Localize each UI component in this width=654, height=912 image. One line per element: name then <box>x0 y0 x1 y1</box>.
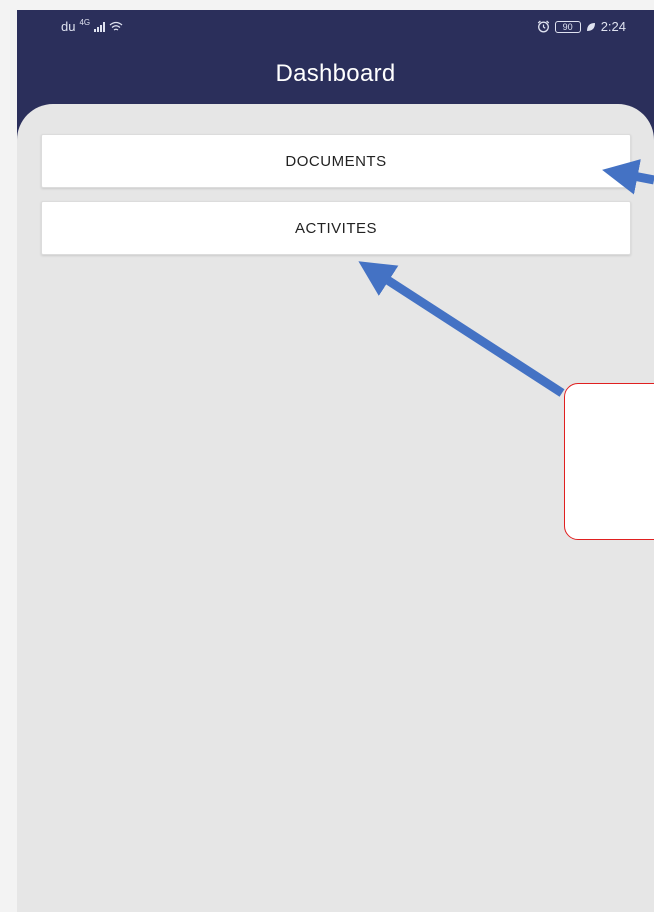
documents-button[interactable]: DOCUMENTS <box>41 134 631 188</box>
battery-icon: 90 <box>554 20 581 33</box>
network-label: 4G <box>79 18 91 27</box>
activites-button[interactable]: ACTIVITES <box>41 201 631 255</box>
phone-screen: du 4G 90 2:24 Dashboard DOCUMENTS ACTIVI… <box>17 10 654 912</box>
dashboard-content: DOCUMENTS ACTIVITES <box>17 104 654 912</box>
status-time: 2:24 <box>600 19 626 34</box>
leaf-icon <box>586 22 595 31</box>
signal-icon <box>94 21 106 32</box>
status-right: 90 2:24 <box>537 19 626 34</box>
status-bar: du 4G 90 2:24 <box>17 10 654 44</box>
carrier-label: du <box>61 19 76 34</box>
annotation-callout-box <box>564 383 654 540</box>
page-title: Dashboard <box>275 60 396 87</box>
wifi-icon <box>109 21 123 31</box>
alarm-icon <box>537 20 549 33</box>
status-left: du 4G <box>61 18 123 34</box>
